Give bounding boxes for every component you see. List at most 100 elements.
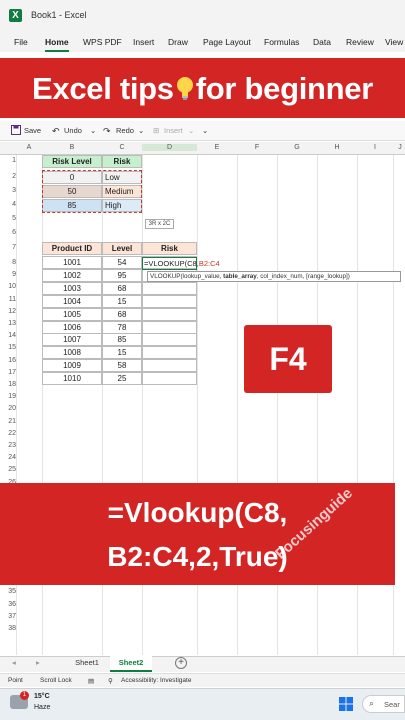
customize-icon[interactable]: ⌄ [202,126,208,135]
row-header[interactable]: 12 [0,308,16,315]
row-header[interactable]: 13 [0,320,16,327]
row-header[interactable]: 4 [0,201,16,208]
row-header[interactable]: 35 [0,588,16,595]
tab-review[interactable]: Review [346,37,374,47]
row-header[interactable]: 3 [0,187,16,194]
row-header[interactable]: 37 [0,613,16,620]
product-level-cell[interactable]: 85 [102,333,142,347]
save-icon[interactable] [11,125,21,135]
tab-file[interactable]: File [14,37,28,47]
product-id-cell[interactable]: 1007 [42,333,102,347]
column-header-f[interactable]: F [237,144,277,151]
active-cell-d8[interactable]: =VLOOKUP(C8,B2:C4 [142,257,220,270]
row-header[interactable]: 8 [0,259,16,266]
product-id-cell[interactable]: 1004 [42,294,102,308]
product-header-id[interactable]: Product ID [42,242,102,255]
row-header[interactable]: 6 [0,229,16,236]
product-id-cell[interactable]: 1008 [42,346,102,360]
tooltip-arg1[interactable]: lookup_value, [183,273,224,280]
row-header[interactable]: 22 [0,430,16,437]
save-button[interactable]: Save [24,126,41,135]
product-id-cell[interactable]: 1009 [42,359,102,373]
row-header[interactable]: 17 [0,369,16,376]
row-header[interactable]: 36 [0,601,16,608]
product-risk-cell[interactable] [142,320,197,334]
row-header[interactable]: 1 [0,157,16,164]
redo-button[interactable]: Redo [116,126,134,135]
row-header[interactable]: 2 [0,173,16,180]
sheet-tab-sheet1[interactable]: Sheet1 [68,658,106,667]
product-id-cell[interactable]: 1003 [42,281,102,295]
product-level-cell[interactable]: 58 [102,359,142,373]
column-header-h[interactable]: H [317,144,357,151]
product-id-cell[interactable]: 1002 [42,268,102,282]
product-header-risk[interactable]: Risk [142,242,197,255]
row-header[interactable]: 25 [0,466,16,473]
tab-page-layout[interactable]: Page Layout [203,37,251,47]
scroll-left-icon[interactable]: ◂ [12,658,16,667]
tab-draw[interactable]: Draw [168,37,188,47]
column-header-c[interactable]: C [102,144,142,151]
row-header[interactable]: 18 [0,381,16,388]
row-header[interactable]: 5 [0,215,16,222]
weather-desc[interactable]: Haze [34,704,50,711]
add-sheet-icon[interactable]: + [175,657,187,669]
search-icon[interactable]: ⌕ [369,698,374,709]
product-level-cell[interactable]: 68 [102,307,142,321]
row-header[interactable]: 19 [0,393,16,400]
chevron-down-icon[interactable]: ⌄ [90,126,96,135]
row-header[interactable]: 24 [0,454,16,461]
product-level-cell[interactable]: 95 [102,268,142,282]
product-risk-cell[interactable] [142,333,197,347]
row-header[interactable]: 9 [0,271,16,278]
row-header[interactable]: 20 [0,405,16,412]
row-header[interactable]: 7 [0,244,16,251]
column-header-d[interactable]: D [142,144,197,151]
column-header-g[interactable]: G [277,144,317,151]
column-header-b[interactable]: B [42,144,102,151]
row-header[interactable]: 38 [0,625,16,632]
tab-data[interactable]: Data [313,37,331,47]
product-id-cell[interactable]: 1006 [42,320,102,334]
weather-temp[interactable]: 15°C [34,693,50,700]
sheet-tab-sheet2[interactable]: Sheet2 [110,658,152,667]
product-risk-cell[interactable] [142,281,197,295]
windows-start-icon[interactable] [339,697,353,711]
product-id-cell[interactable]: 1010 [42,372,102,386]
product-risk-cell[interactable] [142,372,197,386]
accessibility-icon[interactable]: ⚲ [108,677,113,685]
row-header[interactable]: 23 [0,442,16,449]
tab-home[interactable]: Home [45,37,69,47]
product-id-cell[interactable]: 1001 [42,256,102,269]
row-header[interactable]: 11 [0,296,16,303]
row-header[interactable]: 16 [0,357,16,364]
row-header[interactable]: 15 [0,344,16,351]
column-header-j[interactable]: J [393,144,405,151]
tab-insert[interactable]: Insert [133,37,154,47]
redo-icon[interactable]: ↷ [103,126,111,137]
status-accessibility[interactable]: Accessibility: Investigate [121,677,191,684]
product-level-cell[interactable]: 15 [102,294,142,308]
taskbar-search-text[interactable]: Sear [384,700,400,709]
product-risk-cell[interactable] [142,359,197,373]
tooltip-arg3[interactable]: , col_index_num, [range_lookup]) [257,273,350,280]
lookup-header-risk[interactable]: Risk [102,155,142,168]
column-header-i[interactable]: I [357,144,393,151]
scroll-right-icon[interactable]: ▸ [36,658,40,667]
lookup-header-risk-level[interactable]: Risk Level [42,155,102,168]
row-header[interactable]: 21 [0,418,16,425]
row-header[interactable]: 10 [0,283,16,290]
column-header-e[interactable]: E [197,144,237,151]
tab-view[interactable]: View [385,37,403,47]
product-level-cell[interactable]: 54 [102,256,142,269]
product-header-level[interactable]: Level [102,242,142,255]
tab-formulas[interactable]: Formulas [264,37,299,47]
chevron-down-icon[interactable]: ⌄ [138,126,144,135]
product-level-cell[interactable]: 15 [102,346,142,360]
tab-wps-pdf[interactable]: WPS PDF [83,37,122,47]
tooltip-arg2[interactable]: table_array [223,273,257,280]
product-level-cell[interactable]: 25 [102,372,142,386]
column-header-a[interactable]: A [16,144,42,151]
undo-icon[interactable]: ↶ [52,126,60,137]
product-level-cell[interactable]: 68 [102,281,142,295]
